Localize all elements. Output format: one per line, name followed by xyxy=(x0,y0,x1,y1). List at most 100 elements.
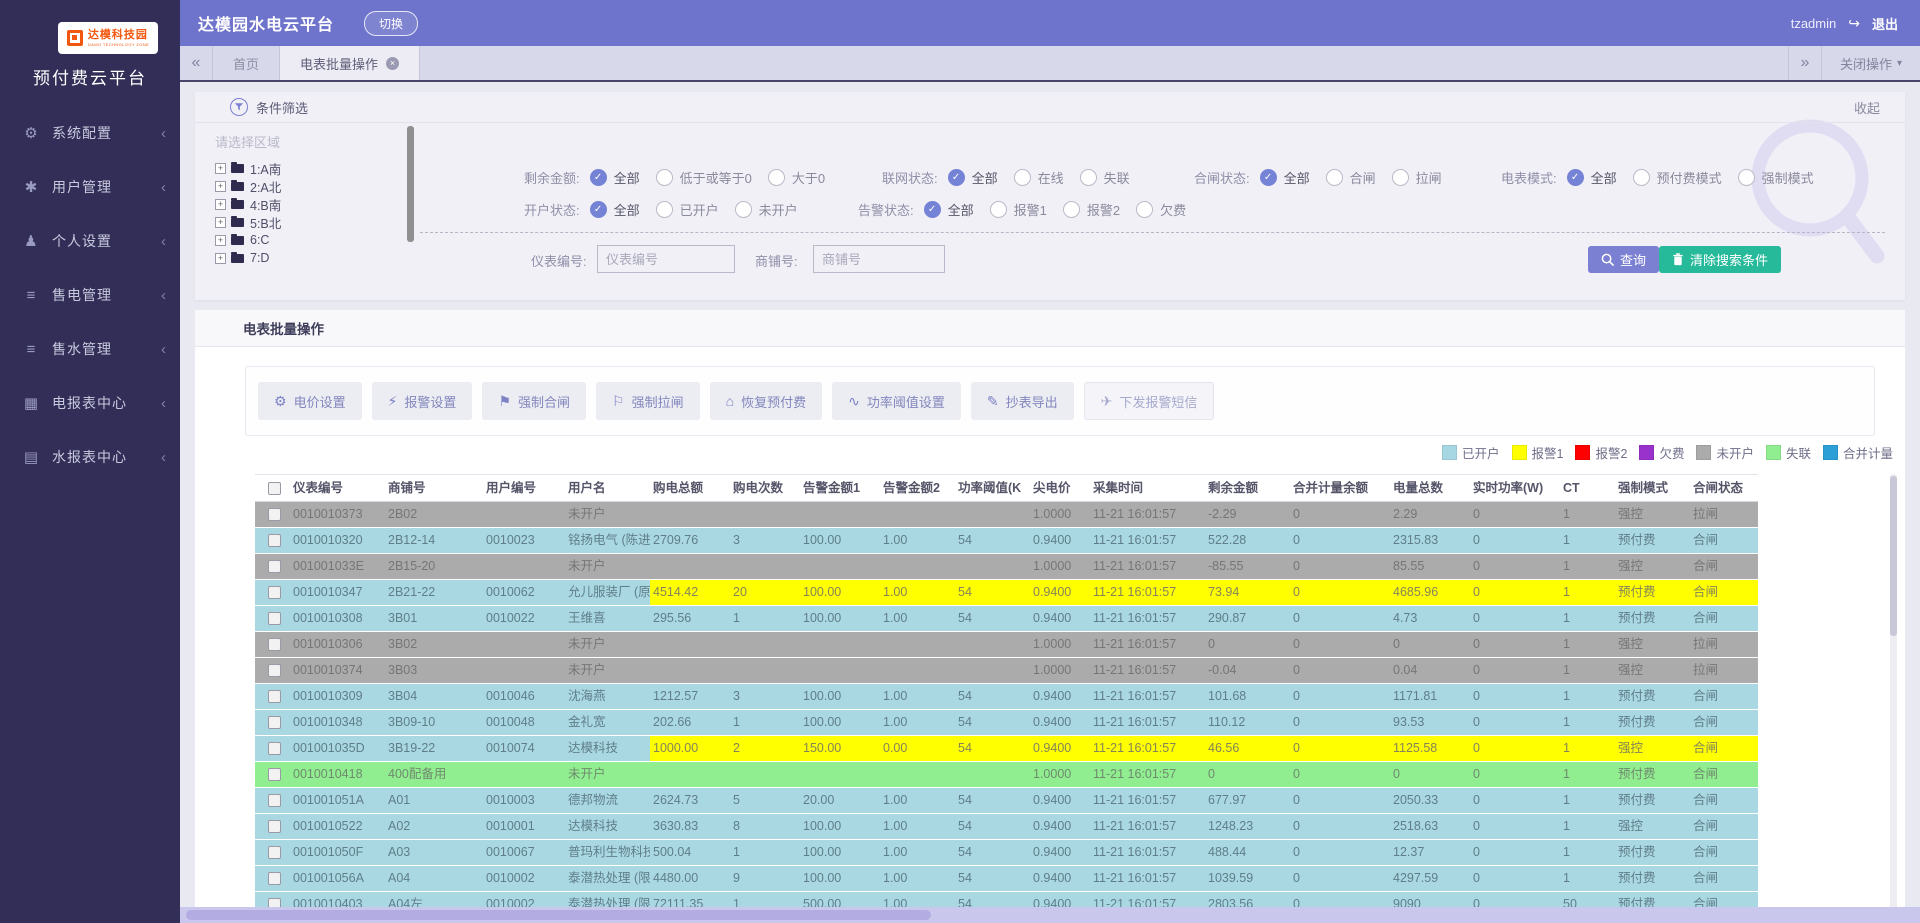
radio-checked-icon[interactable]: ✓ xyxy=(1260,169,1277,186)
table-row[interactable]: 0010010418400配备用未开户1.000011-21 16:01:570… xyxy=(255,762,1758,787)
checkbox[interactable] xyxy=(268,586,281,599)
table-row[interactable]: 00100103732B02未开户1.000011-21 16:01:57-2.… xyxy=(255,502,1758,527)
collapse-button[interactable]: 收起 xyxy=(1854,98,1880,117)
row-select-cell[interactable] xyxy=(255,580,290,605)
toolbar-button-5[interactable]: ∿功率阈值设置 xyxy=(832,382,961,420)
tab-close-icon[interactable]: × xyxy=(386,57,399,70)
table-row[interactable]: 001001033E2B15-20未开户1.000011-21 16:01:57… xyxy=(255,554,1758,579)
radio-option[interactable]: 强制模式 xyxy=(1738,168,1814,187)
row-select-cell[interactable] xyxy=(255,866,290,891)
table-row[interactable]: 001001056AA040010002泰潜热处理 (限4480.009100.… xyxy=(255,866,1758,891)
table-row[interactable]: 00100103483B09-100010048金礼宽202.661100.00… xyxy=(255,710,1758,735)
radio-icon[interactable] xyxy=(735,201,752,218)
select-all-cell[interactable] xyxy=(255,475,290,501)
toolbar-button-2[interactable]: ⚑强制合闸 xyxy=(482,382,586,420)
horizontal-scrollbar[interactable] xyxy=(180,907,1920,923)
row-select-cell[interactable] xyxy=(255,736,290,761)
sidebar-item-6[interactable]: ▤水报表中心‹ xyxy=(0,430,180,484)
table-row[interactable]: 00100103743B03未开户1.000011-21 16:01:57-0.… xyxy=(255,658,1758,683)
radio-option[interactable]: 报警1 xyxy=(990,200,1047,219)
table-row[interactable]: 00100103202B12-140010023铭扬电气 (陈进2709.763… xyxy=(255,528,1758,553)
username[interactable]: tzadmin xyxy=(1791,16,1837,31)
row-select-cell[interactable] xyxy=(255,554,290,579)
radio-option[interactable]: ✓全部 xyxy=(1567,168,1617,187)
radio-option[interactable]: ✓全部 xyxy=(1260,168,1310,187)
radio-icon[interactable] xyxy=(1738,169,1755,186)
checkbox[interactable] xyxy=(268,482,281,495)
radio-option[interactable]: 在线 xyxy=(1014,168,1064,187)
row-select-cell[interactable] xyxy=(255,528,290,553)
tab-home[interactable]: 首页 xyxy=(213,46,280,80)
table-row[interactable]: 00100103093B040010046沈海燕1212.573100.001.… xyxy=(255,684,1758,709)
row-select-cell[interactable] xyxy=(255,658,290,683)
radio-option[interactable]: 报警2 xyxy=(1063,200,1120,219)
search-button[interactable]: 查询 xyxy=(1588,246,1659,273)
sidebar-item-2[interactable]: ♟个人设置‹ xyxy=(0,214,180,268)
checkbox[interactable] xyxy=(268,690,281,703)
radio-option[interactable]: 欠费 xyxy=(1136,200,1186,219)
checkbox[interactable] xyxy=(268,560,281,573)
table-vertical-scrollbar[interactable] xyxy=(1890,474,1897,923)
radio-option[interactable]: 失联 xyxy=(1080,168,1130,187)
logout-button[interactable]: 退出 xyxy=(1872,14,1898,33)
table-row[interactable]: 00100103472B21-220010062允儿服装厂 (原4514.422… xyxy=(255,580,1758,605)
radio-checked-icon[interactable]: ✓ xyxy=(948,169,965,186)
radio-option[interactable]: ✓全部 xyxy=(948,168,998,187)
checkbox[interactable] xyxy=(268,534,281,547)
row-select-cell[interactable] xyxy=(255,710,290,735)
radio-icon[interactable] xyxy=(1080,169,1097,186)
radio-option[interactable]: ✓全部 xyxy=(590,168,640,187)
radio-checked-icon[interactable]: ✓ xyxy=(924,201,941,218)
radio-icon[interactable] xyxy=(1633,169,1650,186)
checkbox[interactable] xyxy=(268,794,281,807)
radio-option[interactable]: 预付费模式 xyxy=(1633,168,1722,187)
sidebar-item-1[interactable]: ✱用户管理‹ xyxy=(0,160,180,214)
table-row[interactable]: 001001035D3B19-220010074达模科技1000.002150.… xyxy=(255,736,1758,761)
radio-checked-icon[interactable]: ✓ xyxy=(590,169,607,186)
row-select-cell[interactable] xyxy=(255,840,290,865)
table-row[interactable]: 001001051AA010010003德邦物流2624.73520.001.0… xyxy=(255,788,1758,813)
radio-icon[interactable] xyxy=(1392,169,1409,186)
tabs-scroll-left-icon[interactable]: « xyxy=(180,46,213,80)
radio-option[interactable]: 低于或等于0 xyxy=(656,168,752,187)
scrollbar-thumb[interactable] xyxy=(186,910,931,920)
radio-option[interactable]: 合闸 xyxy=(1326,168,1376,187)
sidebar-item-4[interactable]: ≡售水管理‹ xyxy=(0,322,180,376)
checkbox[interactable] xyxy=(268,664,281,677)
row-select-cell[interactable] xyxy=(255,762,290,787)
checkbox[interactable] xyxy=(268,612,281,625)
table-row[interactable]: 00100103083B010010022王维喜295.561100.001.0… xyxy=(255,606,1758,631)
tree-scrollbar[interactable] xyxy=(407,126,414,242)
radio-option[interactable]: ✓全部 xyxy=(924,200,974,219)
toolbar-button-6[interactable]: ✎抄表导出 xyxy=(971,382,1074,420)
radio-option[interactable]: 大于0 xyxy=(768,168,825,187)
toolbar-button-1[interactable]: ⚡报警设置 xyxy=(372,382,473,420)
close-operations-menu[interactable]: 关闭操作 ▾ xyxy=(1821,46,1920,80)
shop-no-input[interactable] xyxy=(813,245,945,273)
toolbar-button-3[interactable]: ⚐强制拉闸 xyxy=(596,382,700,420)
row-select-cell[interactable] xyxy=(255,606,290,631)
radio-icon[interactable] xyxy=(656,201,673,218)
table-row[interactable]: 001001050FA030010067普玛利生物科技500.041100.00… xyxy=(255,840,1758,865)
radio-icon[interactable] xyxy=(1326,169,1343,186)
checkbox[interactable] xyxy=(268,638,281,651)
tab-meter-batch[interactable]: 电表批量操作 × xyxy=(280,46,420,80)
checkbox[interactable] xyxy=(268,508,281,521)
radio-icon[interactable] xyxy=(656,169,673,186)
table-row[interactable]: 00100103063B02未开户1.000011-21 16:01:57000… xyxy=(255,632,1758,657)
radio-icon[interactable] xyxy=(990,201,1007,218)
tabs-scroll-right-icon[interactable]: » xyxy=(1788,46,1821,80)
radio-icon[interactable] xyxy=(1014,169,1031,186)
sidebar-item-0[interactable]: ⚙系统配置‹ xyxy=(0,106,180,160)
sidebar-item-3[interactable]: ≡售电管理‹ xyxy=(0,268,180,322)
radio-icon[interactable] xyxy=(1063,201,1080,218)
clear-search-button[interactable]: 清除搜索条件 xyxy=(1659,246,1781,273)
row-select-cell[interactable] xyxy=(255,684,290,709)
meter-no-input[interactable] xyxy=(597,245,735,273)
row-select-cell[interactable] xyxy=(255,502,290,527)
scrollbar-thumb[interactable] xyxy=(1890,476,1897,636)
radio-option[interactable]: 未开户 xyxy=(735,200,798,219)
radio-icon[interactable] xyxy=(1136,201,1153,218)
radio-option[interactable]: 已开户 xyxy=(656,200,719,219)
checkbox[interactable] xyxy=(268,742,281,755)
